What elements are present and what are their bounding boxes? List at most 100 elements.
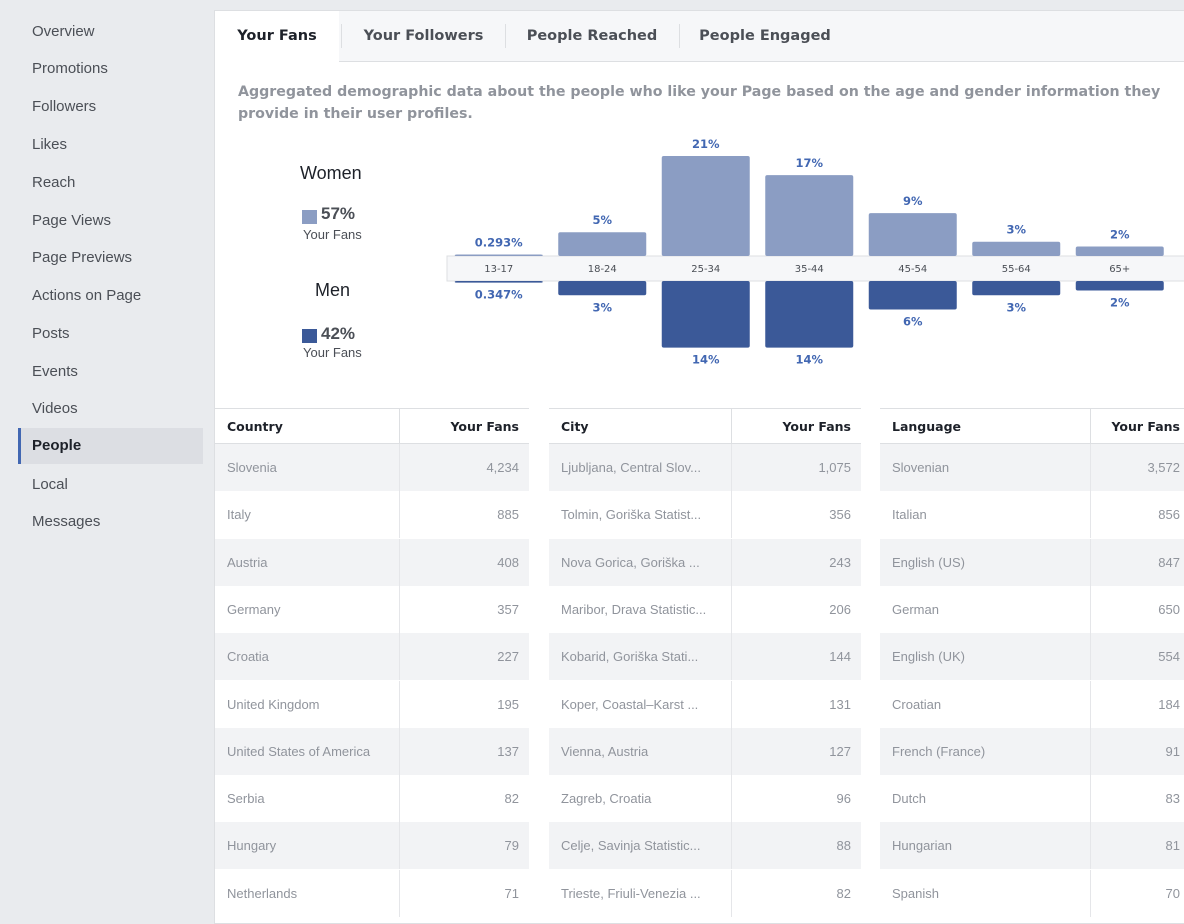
fans-column-header[interactable]: Your Fans [399, 408, 529, 444]
language-name-cell: English (US) [892, 554, 965, 570]
age-tick-label: 35-44 [795, 264, 824, 275]
sidebar-item-page-views[interactable]: Page Views [18, 203, 203, 239]
women-bar [868, 213, 957, 256]
sidebar-item-local[interactable]: Local [18, 467, 203, 503]
fans-column-header[interactable]: Your Fans [1090, 408, 1184, 444]
sidebar-item-actions-on-page[interactable]: Actions on Page [18, 278, 203, 314]
fans-count-cell: 357 [399, 585, 529, 633]
language-name-cell: German [892, 601, 939, 617]
country-name-cell: United Kingdom [227, 696, 320, 712]
city-name-cell: Celje, Savinja Statistic... [561, 838, 701, 854]
fans-count-cell: 408 [399, 538, 529, 586]
table-row: Celje, Savinja Statistic... 88 [549, 822, 861, 870]
fans-count-cell: 79 [399, 822, 529, 870]
city-name-cell: Ljubljana, Central Slov... [561, 460, 701, 475]
sidebar-item-overview[interactable]: Overview [18, 14, 203, 50]
language-name-cell: Hungarian [892, 838, 952, 854]
fans-count-cell: 356 [731, 491, 861, 539]
age-tick-label: 13-17 [484, 264, 513, 275]
language-name-cell: Croatian [892, 696, 942, 712]
fans-count-cell: 82 [731, 869, 861, 917]
sidebar-item-reach[interactable]: Reach [18, 165, 203, 201]
men-data-label: 0.347% [475, 288, 523, 302]
men-data-label: 2% [1110, 296, 1130, 310]
fans-count-cell: 96 [731, 775, 861, 823]
table-row: Hungarian 81 [880, 822, 1184, 870]
age-tick-label: 65+ [1109, 264, 1130, 275]
sidebar-item-events[interactable]: Events [18, 354, 203, 390]
men-bar [868, 281, 957, 310]
country-name-cell: Slovenia [227, 460, 277, 475]
table-row: Italian 856 [880, 491, 1184, 539]
fans-count-cell: 1,075 [731, 444, 861, 491]
fans-count-cell: 71 [399, 869, 529, 917]
sidebar-nav: Overview Promotions Followers Likes Reac… [0, 0, 205, 924]
table-row: Hungary 79 [215, 822, 529, 870]
country-name-cell: Germany [227, 601, 281, 617]
table-row: United States of America 137 [215, 727, 529, 775]
men-data-label: 3% [592, 300, 612, 314]
table-row: Croatia 227 [215, 633, 529, 681]
table-row: Austria 408 [215, 538, 529, 586]
sidebar-item-posts[interactable]: Posts [18, 316, 203, 352]
city-name-cell: Koper, Coastal–Karst ... [561, 696, 699, 712]
sidebar-item-followers[interactable]: Followers [18, 89, 203, 125]
fans-count-cell: 81 [1090, 822, 1184, 870]
men-data-label: 14% [692, 353, 720, 367]
country-name-cell: Italy [227, 507, 251, 523]
table-row: Croatian 184 [880, 680, 1184, 728]
sidebar-item-videos[interactable]: Videos [18, 391, 203, 427]
table-row: Maribor, Drava Statistic... 206 [549, 585, 861, 633]
language-name-cell: Slovenian [892, 460, 950, 475]
men-bar [765, 281, 854, 348]
table-row: German 650 [880, 585, 1184, 633]
fans-column-header[interactable]: Your Fans [731, 408, 861, 444]
table-row: Serbia 82 [215, 775, 529, 823]
women-data-label: 17% [795, 156, 823, 170]
sidebar-item-page-previews[interactable]: Page Previews [18, 240, 203, 276]
fans-count-cell: 195 [399, 680, 529, 728]
sidebar-item-promotions[interactable]: Promotions [18, 51, 203, 87]
women-data-label: 9% [903, 194, 923, 208]
fans-count-cell: 227 [399, 633, 529, 681]
table-row: Spanish 70 [880, 869, 1184, 917]
women-data-label: 0.293% [475, 236, 523, 250]
women-data-label: 21% [692, 137, 720, 151]
women-bar [558, 232, 647, 256]
language-name-cell: French (France) [892, 743, 986, 759]
sidebar-item-likes[interactable]: Likes [18, 127, 203, 163]
age-tick-label: 18-24 [588, 264, 617, 275]
country-name-cell: Croatia [227, 649, 269, 665]
language-table: Language Your Fans Slovenian 3,572 Italian 85… [880, 408, 1184, 924]
fans-count-cell: 70 [1090, 869, 1184, 917]
sidebar-item-messages[interactable]: Messages [18, 504, 203, 540]
table-row: Dutch 83 [880, 775, 1184, 823]
city-table: City Your Fans Ljubljana, Central Slov... 1… [549, 408, 861, 924]
table-row: Italy 885 [215, 491, 529, 539]
sidebar-item-people[interactable]: People [18, 428, 203, 464]
fans-count-cell: 885 [399, 491, 529, 539]
country-name-cell: Austria [227, 554, 268, 570]
city-name-cell: Maribor, Drava Statistic... [561, 601, 707, 617]
fans-count-cell: 3,572 [1090, 444, 1184, 491]
fans-count-cell: 4,234 [399, 444, 529, 491]
country-name-cell: Serbia [227, 791, 265, 807]
age-tick-label: 25-34 [691, 264, 720, 275]
men-bar [558, 281, 647, 296]
fans-count-cell: 650 [1090, 585, 1184, 633]
city-column-header[interactable]: City [549, 408, 731, 444]
table-row: United Kingdom 195 [215, 680, 529, 728]
fans-count-cell: 184 [1090, 680, 1184, 728]
fans-count-cell: 131 [731, 680, 861, 728]
language-column-header[interactable]: Language [880, 408, 1090, 444]
city-name-cell: Zagreb, Croatia [561, 791, 652, 807]
men-data-label: 3% [1006, 300, 1026, 314]
fans-count-cell: 206 [731, 585, 861, 633]
men-bar [454, 281, 543, 283]
women-data-label: 5% [592, 213, 612, 227]
country-column-header[interactable]: Country [215, 408, 399, 444]
table-row: French (France) 91 [880, 727, 1184, 775]
age-gender-chart: 0.293% 0.347% 13-17 5% 3% 18-24 21% 14% 25-34 17%… [446, 137, 1184, 367]
women-bar [661, 156, 750, 256]
table-row: Nova Gorica, Goriška ... 243 [549, 538, 861, 586]
